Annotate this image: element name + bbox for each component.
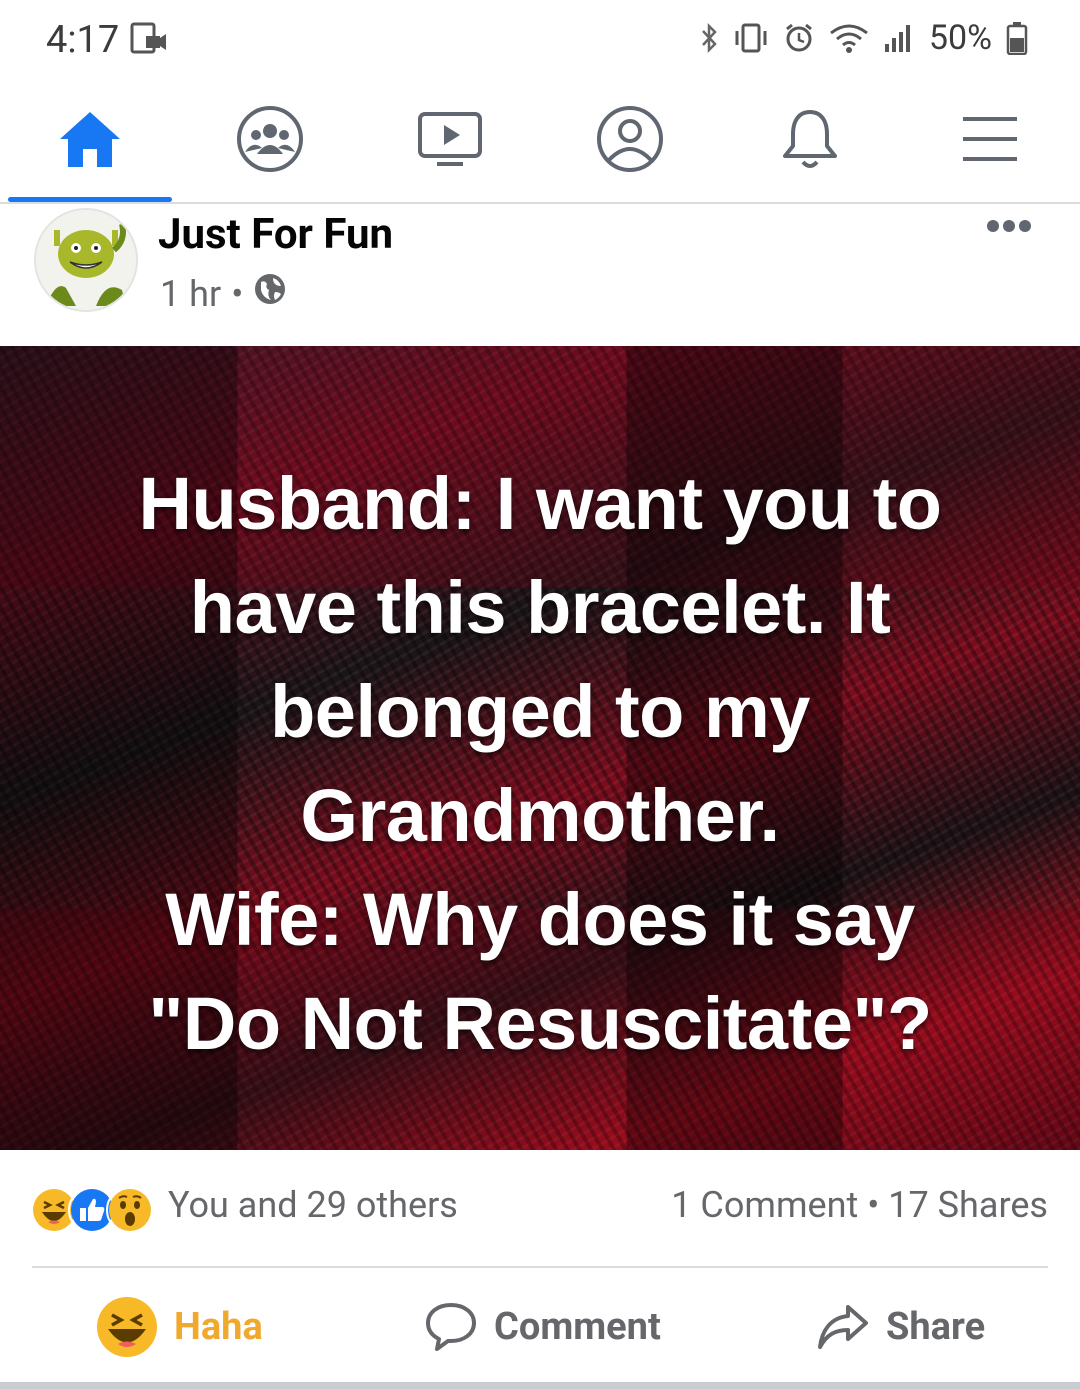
wow-icon <box>106 1186 154 1234</box>
divider <box>32 1266 1048 1268</box>
post-header: Just For Fun 1 hr • <box>0 204 1080 344</box>
nav-home[interactable] <box>0 80 180 202</box>
watch-icon <box>417 110 483 172</box>
signal-icon <box>883 22 915 54</box>
image-text-line: Grandmother. <box>300 774 780 857</box>
notifications-icon <box>779 106 841 176</box>
avatar-image <box>36 210 136 310</box>
reactions-summary: You and 29 others 1 Comment • 17 Shares <box>0 1168 1080 1248</box>
home-icon <box>57 109 123 173</box>
image-caption-text: Husband: I want you to have this bracele… <box>40 452 1040 1076</box>
groups-icon <box>235 104 305 178</box>
page-name[interactable]: Just For Fun <box>158 210 393 259</box>
meta-separator: • <box>231 272 244 315</box>
share-button[interactable]: Share <box>816 1272 985 1382</box>
vibrate-icon <box>733 22 769 54</box>
feed-separator <box>0 1382 1080 1389</box>
image-text-line: belonged to my <box>270 670 810 753</box>
top-navigation <box>0 80 1080 204</box>
page-avatar[interactable] <box>34 208 138 312</box>
alarm-icon <box>783 22 815 54</box>
comment-button[interactable]: Comment <box>424 1272 661 1382</box>
haha-label: Haha <box>174 1305 263 1349</box>
wifi-icon <box>829 22 869 54</box>
haha-reaction-icon <box>97 1297 157 1357</box>
nav-profile[interactable] <box>540 80 720 202</box>
globe-icon <box>253 272 287 315</box>
haha-button[interactable]: Haha <box>96 1272 263 1382</box>
bluetooth-icon <box>699 22 719 54</box>
menu-icon <box>961 114 1019 168</box>
battery-icon <box>1006 21 1028 55</box>
status-bar: 4:17 50% <box>0 0 1080 80</box>
reaction-icons[interactable] <box>30 1186 160 1234</box>
post-action-bar: Haha Comment Share <box>0 1272 1080 1382</box>
status-icons: 50% <box>699 18 1028 58</box>
image-text-line: Husband: I want you to <box>138 462 942 545</box>
active-tab-indicator <box>8 197 172 202</box>
battery-percentage: 50% <box>928 18 992 58</box>
comments-shares-count[interactable]: 1 Comment • 17 Shares <box>671 1184 1048 1226</box>
comment-icon <box>426 1303 476 1351</box>
post-image[interactable]: Husband: I want you to have this bracele… <box>0 346 1080 1150</box>
reactions-count-text[interactable]: You and 29 others <box>168 1184 458 1226</box>
share-label: Share <box>886 1305 986 1349</box>
post-meta: 1 hr • <box>160 272 287 315</box>
status-time: 4:17 <box>46 18 120 62</box>
more-options-icon[interactable] <box>986 218 1032 237</box>
nav-notifications[interactable] <box>720 80 900 202</box>
comment-label: Comment <box>494 1305 661 1349</box>
share-icon <box>818 1305 868 1349</box>
nav-menu[interactable] <box>900 80 1080 202</box>
nav-groups[interactable] <box>180 80 360 202</box>
image-text-line: "Do Not Resuscitate"? <box>148 982 932 1065</box>
screen-cast-icon <box>130 22 168 60</box>
nav-watch[interactable] <box>360 80 540 202</box>
image-text-line: have this bracelet. It <box>189 566 891 649</box>
profile-icon <box>595 104 665 178</box>
image-text-line: Wife: Why does it say <box>165 878 915 961</box>
post-time[interactable]: 1 hr <box>160 273 221 315</box>
